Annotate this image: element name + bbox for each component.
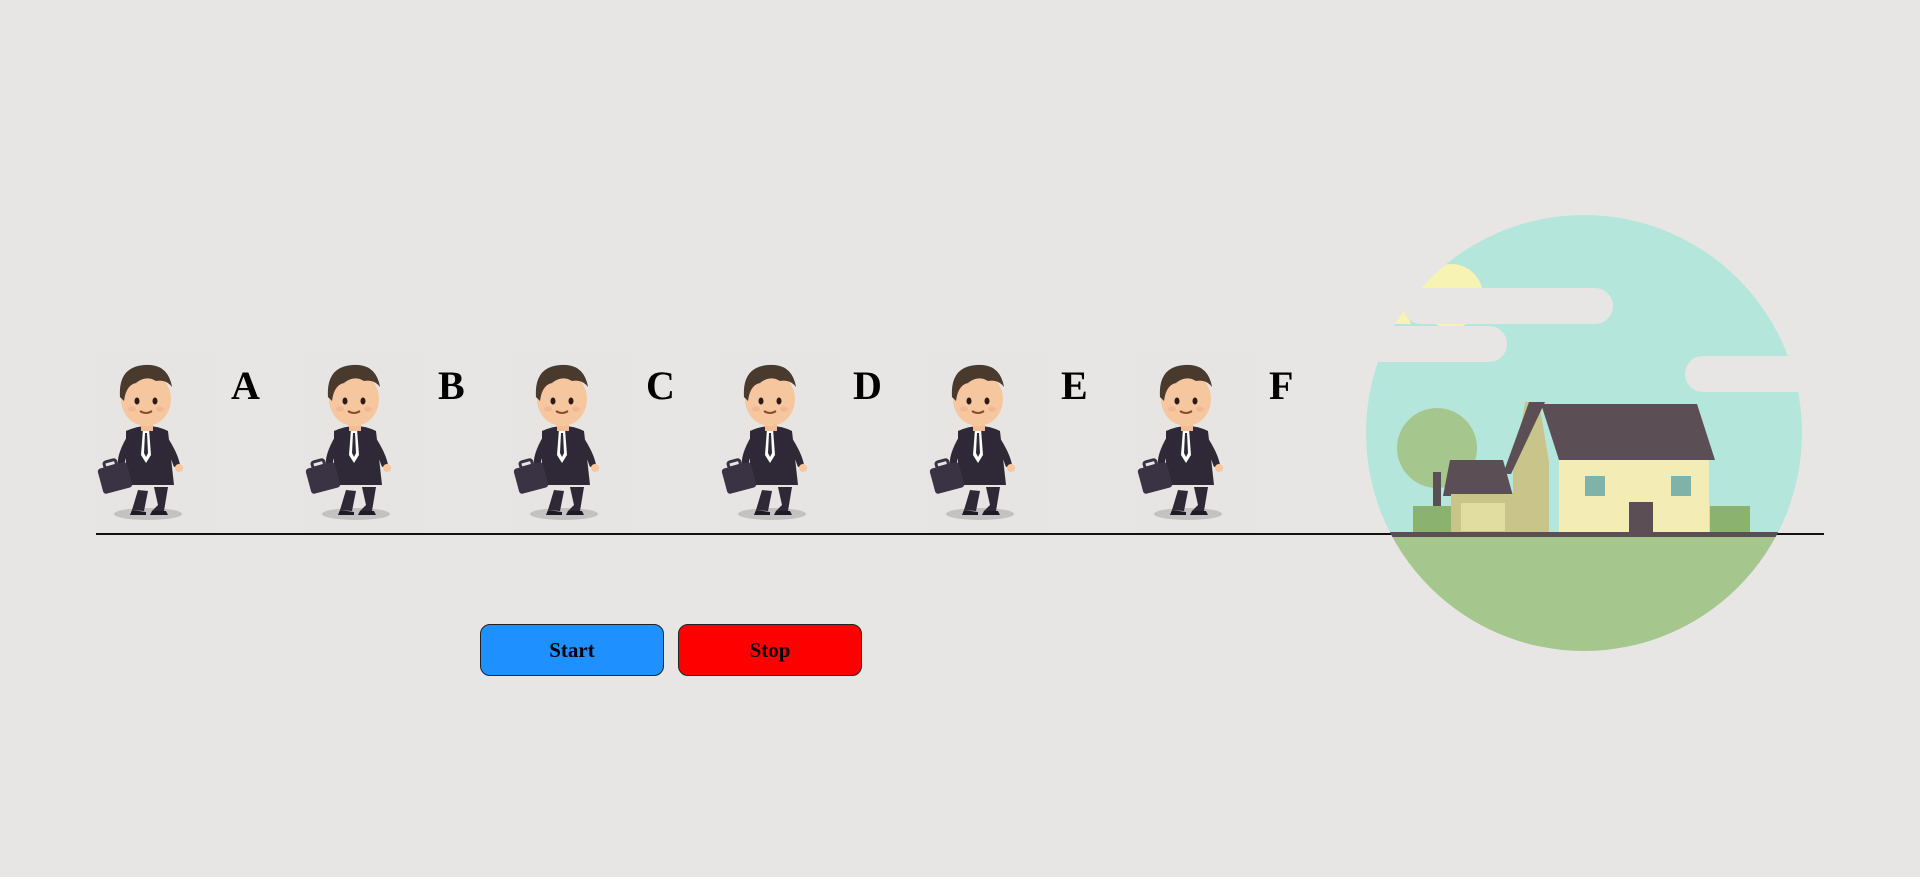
runner-c — [512, 345, 642, 531]
stop-button[interactable]: Stop — [678, 624, 862, 676]
race-stage: A B C D E F Start Stop — [0, 0, 1920, 877]
runner-f-label: F — [1269, 363, 1294, 408]
businessman-walking-icon — [721, 364, 807, 520]
runner-b — [304, 345, 434, 531]
businessman-walking-icon — [1137, 364, 1223, 520]
businessman-walking-icon — [929, 364, 1015, 520]
runner-d-label: D — [853, 363, 882, 408]
runner-b-label: B — [438, 363, 465, 408]
businessman-walking-icon — [513, 364, 599, 520]
runner-e — [928, 345, 1058, 531]
runner-a-label: A — [231, 363, 260, 408]
runner-a — [96, 345, 226, 531]
start-button[interactable]: Start — [480, 624, 664, 676]
runner-f — [1136, 345, 1266, 531]
runner-e-label: E — [1061, 363, 1088, 408]
businessman-walking-icon — [97, 364, 183, 520]
runner-d — [720, 345, 850, 531]
runner-c-label: C — [646, 363, 675, 408]
house-scene-icon — [1366, 215, 1802, 651]
businessman-walking-icon — [305, 364, 391, 520]
